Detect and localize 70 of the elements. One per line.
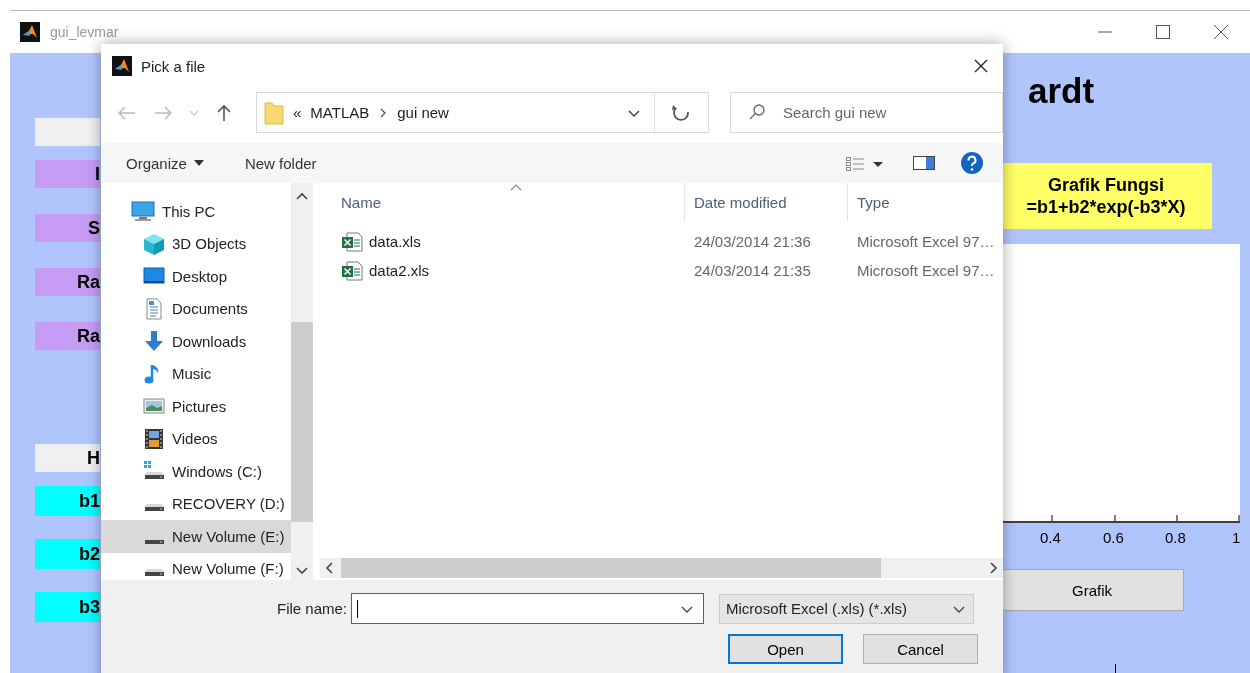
section-header: H bbox=[35, 444, 100, 472]
result-label: b2 bbox=[35, 539, 100, 569]
overflow-mark[interactable]: « bbox=[293, 104, 302, 121]
dialog-title: Pick a file bbox=[141, 57, 206, 75]
nav-item[interactable]: RECOVERY (D:) bbox=[101, 487, 291, 520]
tick-mark bbox=[1114, 664, 1117, 673]
result-label: b3 bbox=[35, 592, 100, 622]
file-name[interactable]: data2.xls bbox=[369, 262, 430, 279]
preview-pane-icon[interactable] bbox=[912, 154, 936, 172]
tick-label: 0.8 bbox=[1165, 529, 1186, 546]
tick-label: 0.6 bbox=[1103, 529, 1124, 546]
file-date: 24/03/2014 21:35 bbox=[694, 262, 811, 279]
scrollbar-thumb[interactable] bbox=[341, 558, 881, 578]
result-label: b1 bbox=[35, 486, 100, 516]
grafik-button[interactable]: Grafik bbox=[1000, 569, 1184, 611]
help-icon[interactable] bbox=[960, 151, 984, 175]
nav-item[interactable]: Windows (C:) bbox=[101, 455, 291, 488]
nav-item[interactable]: Downloads bbox=[101, 325, 291, 358]
address-bar[interactable]: « MATLAB gui new bbox=[256, 92, 709, 133]
app-logo-icon bbox=[112, 56, 132, 76]
input-label: I bbox=[35, 160, 100, 188]
film-strip-icon bbox=[143, 427, 165, 450]
nav-item[interactable]: Pictures bbox=[101, 390, 291, 423]
nav-item[interactable]: New Volume (E:) bbox=[101, 520, 291, 553]
new-folder-button[interactable]: New folder bbox=[233, 150, 329, 176]
file-type: Microsoft Excel 97… bbox=[857, 233, 995, 250]
folder-icon bbox=[264, 100, 284, 125]
app-heading: ardt bbox=[1027, 71, 1095, 111]
organize-menu-button[interactable]: Organize bbox=[115, 150, 216, 176]
cube-icon bbox=[143, 232, 165, 255]
nav-item[interactable]: New Volume (F:) bbox=[101, 552, 291, 580]
drive-icon bbox=[143, 503, 165, 513]
breadcrumb-segment[interactable]: MATLAB bbox=[310, 104, 370, 121]
drive-icon bbox=[143, 568, 165, 578]
app-logo-icon bbox=[20, 22, 40, 42]
breadcrumb-segment[interactable]: gui new bbox=[397, 104, 449, 121]
window-title: gui_levmar bbox=[50, 24, 119, 40]
column-header[interactable]: Type bbox=[848, 183, 1003, 221]
column-header[interactable]: Date modified bbox=[685, 183, 848, 221]
function-text: =b1+b2*exp(-b3*X) bbox=[1026, 196, 1186, 218]
input-label: Ra bbox=[35, 322, 100, 350]
tick-label: 1 bbox=[1232, 529, 1241, 546]
file-name-field[interactable] bbox=[351, 593, 705, 624]
file-date: 24/03/2014 21:36 bbox=[694, 233, 811, 250]
nav-item[interactable]: Documents bbox=[101, 292, 291, 325]
download-arrow-icon bbox=[143, 330, 165, 353]
file-type: Microsoft Excel 97… bbox=[857, 262, 995, 279]
search-field[interactable]: Search gui new bbox=[730, 92, 1003, 133]
nav-item[interactable]: 3D Objects bbox=[101, 227, 291, 260]
monitor-icon bbox=[131, 200, 155, 223]
caret-icon bbox=[193, 160, 204, 166]
scrollbar-thumb[interactable] bbox=[291, 322, 313, 522]
nav-item[interactable]: Music bbox=[101, 357, 291, 390]
function-text: Grafik Fungsi bbox=[1048, 174, 1164, 196]
nav-item[interactable]: Desktop bbox=[101, 260, 291, 293]
nav-item[interactable]: This PC bbox=[101, 195, 291, 228]
column-header[interactable]: Name bbox=[320, 183, 685, 221]
file-name[interactable]: data.xls bbox=[369, 233, 421, 250]
spreadsheet-file-icon bbox=[341, 231, 363, 252]
tick-label: 0.4 bbox=[1040, 529, 1061, 546]
cancel-button[interactable]: Cancel bbox=[863, 634, 978, 664]
nav-item[interactable]: Videos bbox=[101, 422, 291, 455]
field-label: File name: bbox=[277, 600, 348, 617]
open-button[interactable]: Open bbox=[728, 634, 843, 664]
input-label: Ra bbox=[35, 268, 100, 296]
sort-caret-icon bbox=[509, 183, 524, 191]
input-label: S bbox=[35, 214, 100, 242]
document-icon bbox=[143, 297, 165, 320]
file-type-dropdown[interactable]: Microsoft Excel (.xls) (*.xls) bbox=[719, 593, 975, 624]
spreadsheet-file-icon bbox=[341, 260, 363, 281]
